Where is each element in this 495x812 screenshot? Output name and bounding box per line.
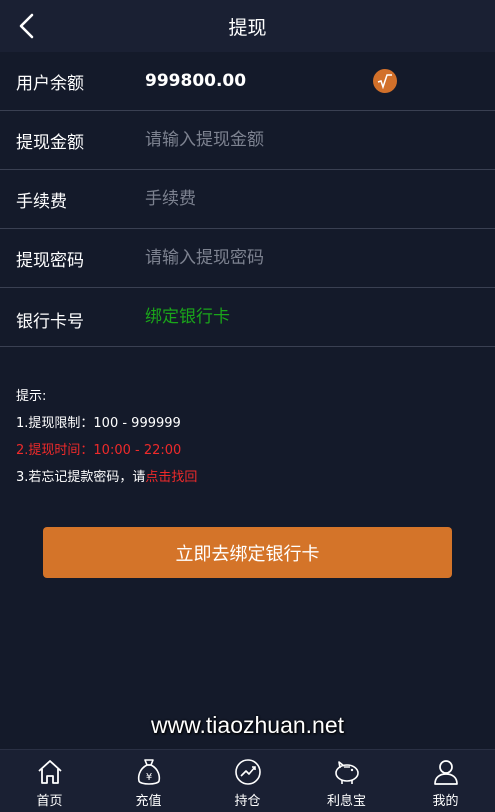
tab-positions[interactable]: 持仓: [198, 750, 297, 812]
tips-title: 提示:: [16, 389, 47, 404]
tab-bar: 首页 ¥ 充值 持仓 利息宝 我的: [0, 749, 495, 812]
amount-label: 提现金额: [16, 132, 84, 153]
tips-line-recover: 3.若忘记提款密码，请点击找回: [16, 464, 197, 491]
tab-interest-label: 利息宝: [326, 794, 366, 809]
tips-line-limit: 1.提现限制：100 - 999999: [16, 416, 181, 431]
balance-value: 999800.00: [145, 71, 247, 91]
tips-section: 提示: 1.提现限制：100 - 999999 2.提现时间：10:00 - 2…: [16, 383, 197, 491]
amount-row: 提现金额: [0, 111, 495, 170]
chevron-left-icon: [19, 13, 34, 39]
tab-home-label: 首页: [36, 794, 63, 809]
tips-line-recover-text: 3.若忘记提款密码，请: [16, 470, 146, 485]
tab-positions-label: 持仓: [234, 794, 261, 809]
piggy-bank-icon: [334, 761, 359, 784]
bank-card-label: 银行卡号: [16, 312, 84, 332]
balance-row: 用户余额 999800.00: [0, 52, 495, 111]
bind-bank-card-button[interactable]: 立即去绑定银行卡: [43, 527, 452, 578]
sqrt-icon: [377, 74, 392, 89]
tab-mine-label: 我的: [432, 794, 459, 809]
bind-bank-card-link[interactable]: 绑定银行卡: [145, 302, 230, 327]
amount-input[interactable]: [145, 124, 445, 156]
tab-recharge-label: 充值: [135, 794, 162, 809]
user-icon: [433, 760, 458, 785]
back-button[interactable]: [12, 10, 42, 42]
tab-home[interactable]: 首页: [0, 750, 99, 812]
tips-line-time: 2.提现时间：10:00 - 22:00: [16, 443, 182, 458]
home-icon: [37, 760, 62, 784]
balance-label: 用户余额: [16, 73, 84, 94]
recover-password-link[interactable]: 点击找回: [145, 470, 197, 485]
bank-card-row: 银行卡号 绑定银行卡: [0, 288, 495, 347]
password-input[interactable]: [145, 242, 445, 274]
password-row: 提现密码: [0, 229, 495, 288]
password-label: 提现密码: [16, 250, 84, 271]
fee-row: 手续费: [0, 170, 495, 229]
watermark: www.tiaozhuan.net: [150, 712, 345, 738]
chart-icon: [234, 759, 261, 785]
fee-input[interactable]: [145, 183, 445, 215]
money-bag-icon: ¥: [137, 759, 160, 785]
withdraw-all-button[interactable]: [373, 69, 397, 93]
fee-label: 手续费: [16, 191, 67, 212]
header: 提现: [0, 0, 495, 52]
page-title: 提现: [228, 16, 267, 39]
tab-recharge[interactable]: ¥ 充值: [99, 750, 198, 812]
svg-text:¥: ¥: [145, 772, 151, 783]
tab-mine[interactable]: 我的: [396, 750, 495, 812]
tab-interest[interactable]: 利息宝: [297, 750, 396, 812]
